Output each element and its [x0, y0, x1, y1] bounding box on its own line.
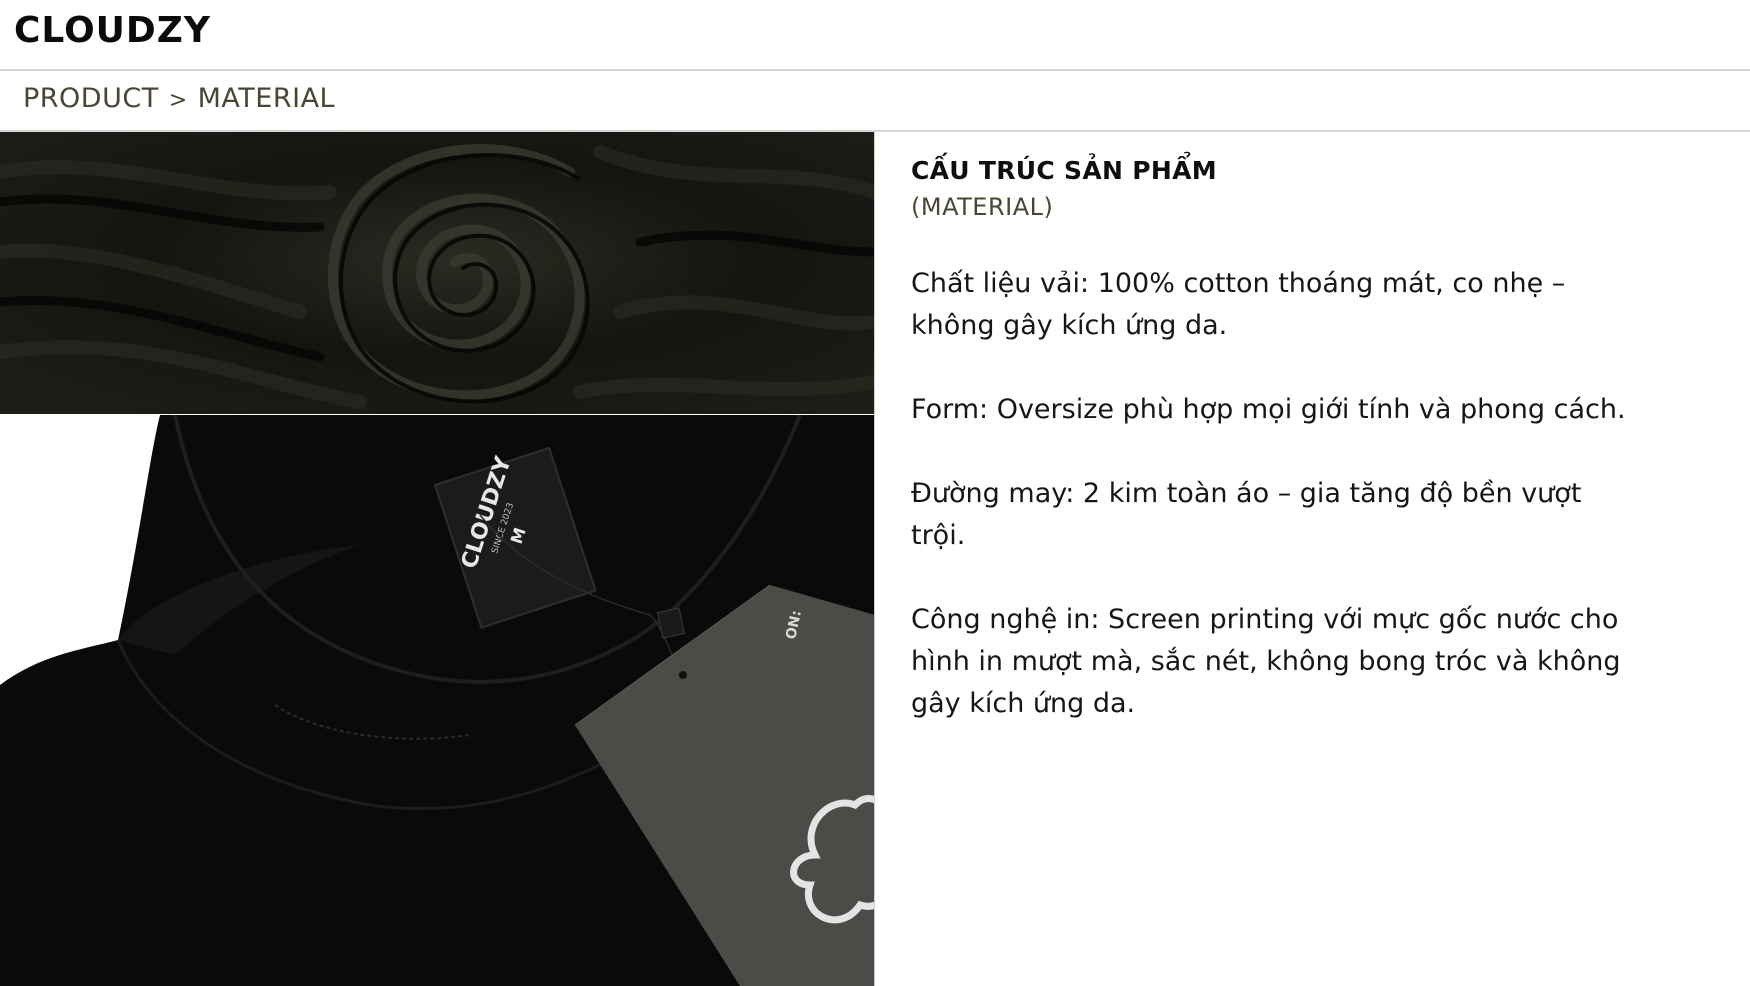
material-description: CẤU TRÚC SẢN PHẨM (MATERIAL) Chất liệu v… [911, 156, 1631, 725]
section-subtitle: (MATERIAL) [911, 193, 1054, 221]
product-images: CLOUDZY SINCE 2023 M ON: [0, 132, 875, 986]
breadcrumb-trail: PRODUCT > MATERIAL [23, 83, 335, 114]
paragraph-stitching: Đường may: 2 kim toàn áo – gia tăng độ b… [911, 478, 1582, 551]
breadcrumb: PRODUCT > MATERIAL [0, 72, 1750, 132]
brand-logo[interactable]: CLOUDZY [14, 10, 211, 51]
section-title: CẤU TRÚC SẢN PHẨM [911, 156, 1217, 185]
paragraph-form: Form: Oversize phù hợp mọi giới tính và … [911, 394, 1626, 425]
breadcrumb-item-product[interactable]: PRODUCT [23, 83, 159, 114]
tshirt-collar-icon: CLOUDZY SINCE 2023 M ON: [0, 415, 874, 986]
paragraph-printing: Công nghệ in: Screen printing với mực gố… [911, 604, 1621, 719]
paragraph-fabric: Chất liệu vải: 100% cotton thoáng mát, c… [911, 268, 1566, 341]
fabric-swirl-photo [0, 132, 874, 414]
fabric-swirl-icon [0, 132, 874, 414]
tshirt-collar-photo: CLOUDZY SINCE 2023 M ON: [0, 415, 874, 986]
breadcrumb-separator: > [168, 88, 188, 113]
header: CLOUDZY [0, 0, 1750, 71]
breadcrumb-item-material[interactable]: MATERIAL [198, 83, 335, 114]
